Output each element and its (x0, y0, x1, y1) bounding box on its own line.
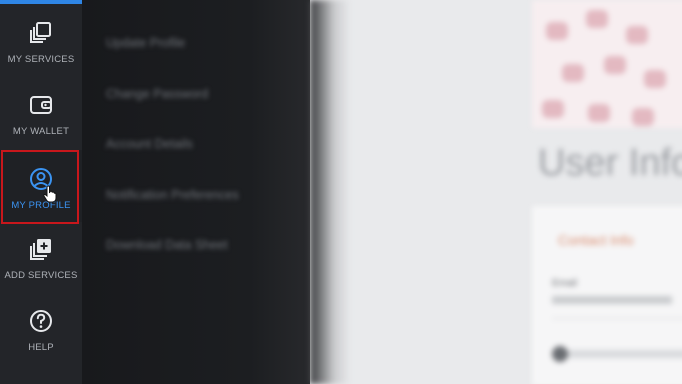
submenu-item-download-data-sheet[interactable]: Download Data Sheet (106, 238, 239, 289)
add-stack-icon (30, 239, 51, 260)
stacked-squares-icon (30, 22, 51, 43)
sidebar-item-my-services[interactable]: MY SERVICES (0, 4, 82, 76)
sidebar-item-help[interactable]: HELP (0, 292, 82, 364)
sidebar-item-label: ADD SERVICES (4, 270, 78, 281)
toggle-knob[interactable] (552, 346, 568, 362)
wallet-icon (30, 96, 52, 114)
sidebar-item-add-services[interactable]: ADD SERVICES (0, 220, 82, 292)
field-value-placeholder (552, 296, 672, 304)
submenu-item-update-profile[interactable]: Update Profile (106, 36, 239, 87)
card-heading: Contact Info (558, 232, 634, 248)
submenu-list: Update Profile Change Password Account D… (106, 36, 239, 289)
pointer-hand-icon (43, 185, 57, 203)
submenu-item-change-password[interactable]: Change Password (106, 87, 239, 138)
sidebar-item-label: MY SERVICES (7, 54, 75, 65)
sidebar-item-my-profile[interactable]: MY PROFILE (0, 150, 82, 222)
submenu-item-account-details[interactable]: Account Details (106, 137, 239, 188)
page-title: User Info (538, 142, 682, 184)
help-circle-icon (30, 310, 52, 332)
sidebar-rail: MY SERVICES MY WALLET MY PROFILE ADD SER… (0, 0, 82, 384)
hero-pattern-image (532, 0, 682, 128)
toggle-track[interactable] (552, 350, 682, 358)
sidebar-item-label: MY WALLET (12, 126, 70, 137)
sidebar-item-label: HELP (28, 342, 54, 353)
profile-submenu: Update Profile Change Password Account D… (82, 0, 322, 384)
sidebar-item-label: MY PROFILE (11, 200, 71, 211)
submenu-item-notification-preferences[interactable]: Notification Preferences (106, 188, 239, 239)
app-window: MY SERVICES MY WALLET MY PROFILE ADD SER… (0, 0, 682, 384)
panel-shadow (310, 0, 350, 384)
field-label: Email (552, 278, 578, 289)
main-content: User Info Contact Info Email (310, 0, 682, 384)
sidebar-item-my-wallet[interactable]: MY WALLET (0, 76, 82, 148)
contact-info-card: Contact Info Email (532, 206, 682, 384)
main-content-blurred: User Info Contact Info Email (310, 0, 682, 384)
divider (552, 318, 682, 319)
